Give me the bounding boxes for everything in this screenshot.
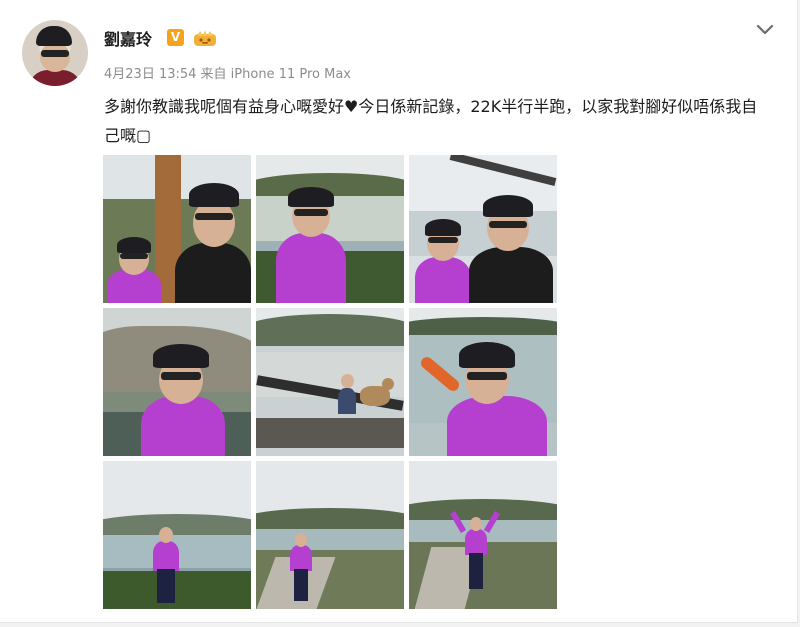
weibo-post-card: 劉嘉玲 V 4月23日 13:54 来自 iPhone 11 Pro Max 多… <box>0 0 798 623</box>
photo-7[interactable] <box>103 461 251 609</box>
photo-5[interactable] <box>256 308 404 456</box>
photo-3[interactable] <box>409 155 557 303</box>
photo-2[interactable] <box>256 155 404 303</box>
photo-grid <box>103 155 558 610</box>
photo-6[interactable] <box>409 308 557 456</box>
post-meta: 4月23日 13:54 来自 iPhone 11 Pro Max <box>104 67 351 82</box>
photo-4[interactable] <box>103 308 251 456</box>
photo-9[interactable] <box>409 461 557 609</box>
chevron-down-icon[interactable] <box>752 16 778 42</box>
username[interactable]: 劉嘉玲 <box>104 26 152 50</box>
verified-v-icon: V <box>167 29 184 46</box>
photo-8[interactable] <box>256 461 404 609</box>
user-avatar[interactable] <box>22 20 88 86</box>
post-text: 多謝你教識我呢個有益身心嘅愛好♥今日係新記錄，22K半行半跑，以家我對腳好似唔係… <box>104 97 758 145</box>
photo-1[interactable] <box>103 155 251 303</box>
crown-icon <box>194 30 216 46</box>
